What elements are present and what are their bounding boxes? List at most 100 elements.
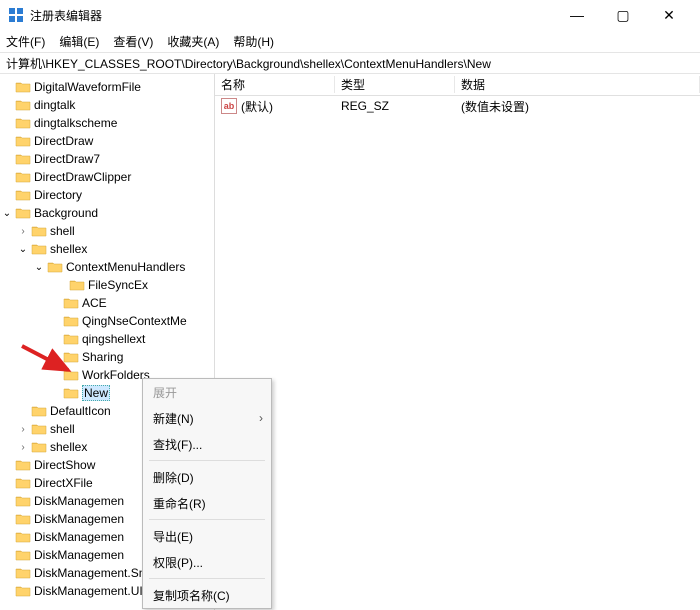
tree-item[interactable]: ACE (0, 294, 214, 312)
tree-item[interactable]: ⌄ Background (0, 204, 214, 222)
list-header: 名称 类型 数据 (215, 74, 700, 96)
folder-icon (15, 134, 31, 148)
spacer (0, 80, 14, 94)
tree-item-label: DiskManagemen (34, 548, 124, 562)
spacer (48, 350, 62, 364)
chevron-right-icon[interactable]: › (16, 440, 30, 454)
spacer (0, 476, 14, 490)
tree-item-label: DirectDrawClipper (34, 170, 131, 184)
folder-icon (15, 170, 31, 184)
tree-item-label: DirectXFile (34, 476, 93, 490)
tree-item[interactable]: DirectDraw (0, 132, 214, 150)
tree-item-label: DirectDraw7 (34, 152, 100, 166)
ctx-export[interactable]: 导出(E) (143, 523, 271, 549)
context-menu: 展开 新建(N)› 查找(F)... 删除(D) 重命名(R) 导出(E) 权限… (142, 378, 272, 609)
menu-edit[interactable]: 编辑(E) (59, 33, 99, 50)
tree-item[interactable]: DirectDraw7 (0, 150, 214, 168)
window-controls: — ▢ ✕ (554, 0, 692, 30)
ctx-copykey[interactable]: 复制项名称(C) (143, 582, 271, 608)
value-type: REG_SZ (335, 99, 455, 113)
tree-item-label: DirectDraw (34, 134, 93, 148)
tree-item-label: WorkFolders (82, 368, 150, 382)
close-button[interactable]: ✕ (646, 0, 692, 30)
folder-icon (15, 458, 31, 472)
tree-item-label: shell (50, 422, 75, 436)
ctx-new[interactable]: 新建(N)› (143, 405, 271, 431)
folder-icon (31, 422, 47, 436)
tree-item[interactable]: ⌄ shellex (0, 240, 214, 258)
tree-item[interactable]: ›shell (0, 222, 214, 240)
list-row[interactable]: ab (默认) REG_SZ (数值未设置) (215, 96, 700, 116)
folder-icon (15, 98, 31, 112)
folder-icon (15, 494, 31, 508)
folder-icon (63, 368, 79, 382)
folder-icon (63, 350, 79, 364)
folder-icon (63, 332, 79, 346)
spacer (0, 152, 14, 166)
spacer (0, 170, 14, 184)
separator (149, 460, 265, 461)
tree-item-label: New (82, 385, 110, 401)
folder-icon (15, 530, 31, 544)
maximize-button[interactable]: ▢ (600, 0, 646, 30)
tree-item[interactable]: DigitalWaveformFile (0, 78, 214, 96)
menu-help[interactable]: 帮助(H) (233, 33, 274, 50)
tree-item-label: DefaultIcon (50, 404, 111, 418)
chevron-down-icon[interactable]: ⌄ (16, 242, 30, 256)
col-data[interactable]: 数据 (455, 76, 700, 93)
tree-item-label: shellex (50, 242, 87, 256)
chevron-down-icon[interactable]: ⌄ (0, 206, 14, 220)
tree-item[interactable]: qingshellext (0, 330, 214, 348)
folder-icon (15, 80, 31, 94)
tree-item-label: Background (34, 206, 98, 220)
ctx-rename[interactable]: 重命名(R) (143, 490, 271, 516)
tree-item[interactable]: ⌄ContextMenuHandlers (0, 258, 214, 276)
tree-item-label: DiskManagemen (34, 530, 124, 544)
ctx-delete[interactable]: 删除(D) (143, 464, 271, 490)
chevron-right-icon[interactable]: › (16, 224, 30, 238)
tree-item-label: DigitalWaveformFile (34, 80, 141, 94)
tree-item[interactable]: Directory (0, 186, 214, 204)
tree-item-label: DirectShow (34, 458, 95, 472)
separator (149, 519, 265, 520)
list-pane[interactable]: 名称 类型 数据 ab (默认) REG_SZ (数值未设置) (215, 74, 700, 610)
spacer (0, 458, 14, 472)
folder-icon (15, 116, 31, 130)
folder-icon (15, 152, 31, 166)
tree-item[interactable]: Sharing (0, 348, 214, 366)
ctx-permissions[interactable]: 权限(P)... (143, 549, 271, 575)
spacer (0, 548, 14, 562)
ctx-expand: 展开 (143, 379, 271, 405)
chevron-down-icon[interactable]: ⌄ (32, 260, 46, 274)
menu-file[interactable]: 文件(F) (6, 33, 45, 50)
chevron-right-icon[interactable]: › (16, 422, 30, 436)
menu-favorites[interactable]: 收藏夹(A) (167, 33, 219, 50)
tree-item-label: Directory (34, 188, 82, 202)
tree-item-label: Sharing (82, 350, 123, 364)
window-title: 注册表编辑器 (30, 7, 554, 24)
spacer (0, 566, 14, 580)
tree-item-label: DiskManagemen (34, 512, 124, 526)
folder-icon (69, 278, 85, 292)
folder-icon (15, 512, 31, 526)
address-bar[interactable]: 计算机\HKEY_CLASSES_ROOT\Directory\Backgrou… (0, 52, 700, 74)
tree-item[interactable]: FileSyncEx (0, 276, 214, 294)
tree-item-label: ACE (82, 296, 107, 310)
spacer (48, 296, 62, 310)
content-area: DigitalWaveformFile dingtalk dingtalkschem… (0, 74, 700, 610)
tree-item[interactable]: dingtalkscheme (0, 114, 214, 132)
spacer (0, 116, 14, 130)
tree-item[interactable]: QingNseContextMe (0, 312, 214, 330)
tree-item-label: dingtalkscheme (34, 116, 117, 130)
tree-item[interactable]: DirectDrawClipper (0, 168, 214, 186)
folder-icon (63, 314, 79, 328)
menu-view[interactable]: 查看(V) (113, 33, 153, 50)
col-name[interactable]: 名称 (215, 76, 335, 93)
folder-icon (63, 296, 79, 310)
ctx-find[interactable]: 查找(F)... (143, 431, 271, 457)
col-type[interactable]: 类型 (335, 76, 455, 93)
tree-item[interactable]: dingtalk (0, 96, 214, 114)
address-text: 计算机\HKEY_CLASSES_ROOT\Directory\Backgrou… (6, 55, 491, 72)
minimize-button[interactable]: — (554, 0, 600, 30)
menubar: 文件(F) 编辑(E) 查看(V) 收藏夹(A) 帮助(H) (0, 30, 700, 52)
